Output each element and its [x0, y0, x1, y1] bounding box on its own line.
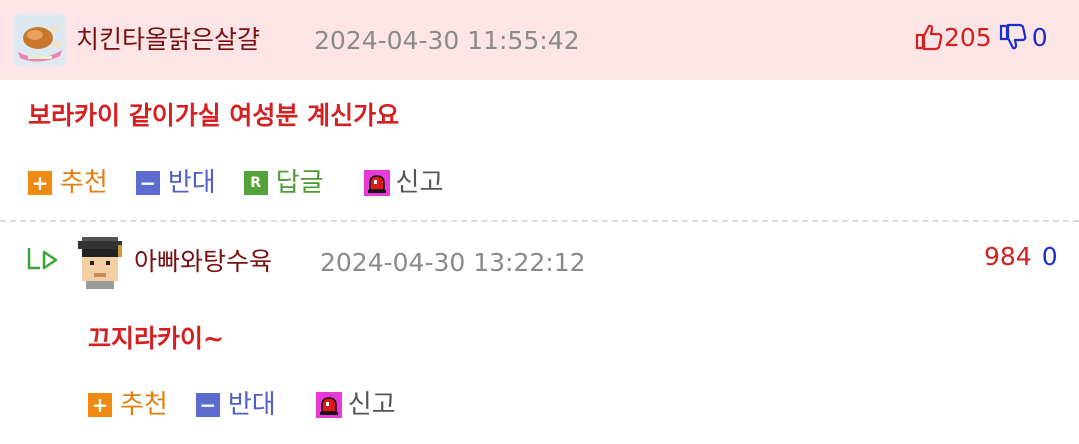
vote-counts: 205 0	[914, 22, 1048, 52]
comment-text: 보라카이 같이가실 여성분 계신가요	[28, 101, 400, 130]
downvote-count: 0	[1031, 22, 1048, 52]
graduate-avatar-icon	[74, 237, 126, 289]
upvote-count: 205	[944, 22, 992, 52]
recommend-label: 추천	[60, 168, 108, 198]
report-label: 신고	[347, 390, 396, 420]
roast-chicken-icon	[14, 14, 66, 66]
reply-label: 답글	[275, 168, 324, 198]
report-label: 신고	[395, 168, 444, 198]
siren-icon	[315, 392, 342, 418]
recommend-button[interactable]: + 추천	[88, 392, 168, 418]
oppose-label: 반대	[227, 390, 276, 420]
oppose-button[interactable]: − 반대	[135, 168, 216, 198]
reply-actions: + 추천 − 반대 신고	[88, 392, 396, 418]
plus-icon: +	[88, 393, 112, 417]
reply-icon: R	[243, 171, 268, 195]
comment-actions: + 추천 − 반대 R 답글 신고	[28, 170, 443, 196]
report-button[interactable]: 신고	[315, 390, 396, 420]
reply-arrow-icon	[27, 248, 58, 270]
recommend-button[interactable]: + 추천	[28, 170, 108, 196]
author-nickname[interactable]: 치킨타올닭은살걀	[76, 27, 260, 52]
siren-icon	[363, 170, 390, 196]
divider	[0, 220, 1079, 222]
reply-button[interactable]: R 답글	[243, 168, 324, 198]
reply-text: 끄지라카이~	[88, 324, 224, 353]
avatar[interactable]	[14, 14, 66, 66]
thumbs-up-icon[interactable]	[914, 22, 944, 52]
oppose-button[interactable]: − 반대	[195, 390, 276, 420]
report-button[interactable]: 신고	[363, 168, 444, 198]
reply-author-nickname[interactable]: 아빠와탕수육	[134, 249, 272, 274]
minus-icon: −	[135, 171, 160, 195]
oppose-label: 반대	[167, 168, 216, 198]
avatar[interactable]	[74, 237, 126, 289]
minus-icon: −	[195, 393, 220, 417]
recommend-label: 추천	[120, 390, 168, 420]
reply-upvote-count[interactable]: 984	[984, 244, 1032, 269]
reply-downvote-count[interactable]: 0	[1042, 244, 1058, 269]
reply-date: 2024-04-30 13:22:12	[320, 248, 586, 277]
plus-icon: +	[28, 171, 52, 195]
thumbs-down-icon[interactable]	[998, 22, 1028, 52]
reply-vote-counts: 984 0	[984, 244, 1058, 269]
comment-date: 2024-04-30 11:55:42	[314, 26, 580, 55]
